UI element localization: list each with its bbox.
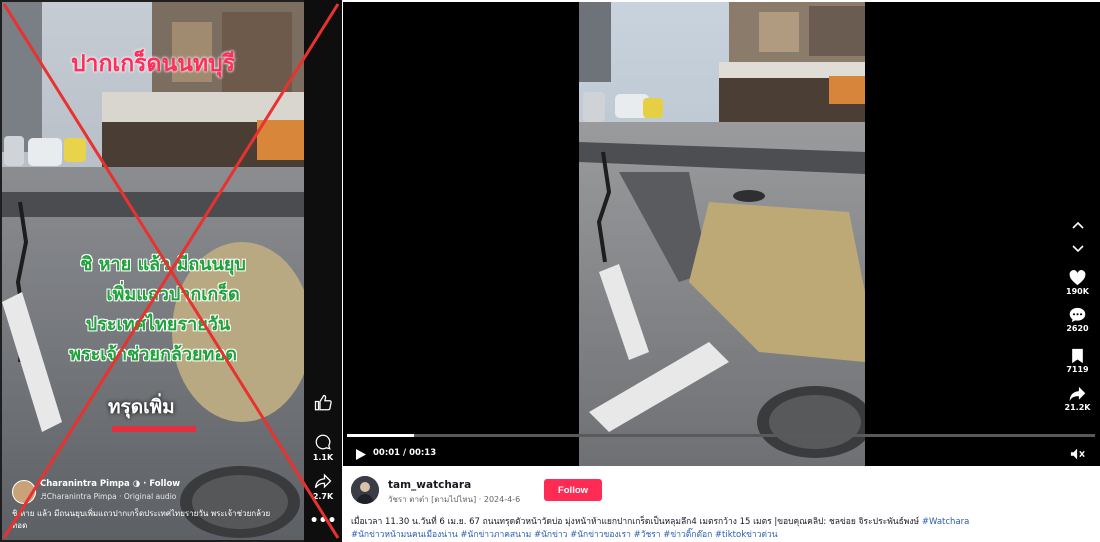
tiktok-panel: 190K 2620 7119 21.2K 00:01 / 00:13 tam_w… <box>343 0 1100 542</box>
caption-line: ชิ หาย แล้ว มีถนนยุบเพิ่มแถวปากเกร็ดประเ… <box>12 509 271 518</box>
avatar[interactable] <box>351 476 379 504</box>
left-author-row: Charanintra Pimpa ◑ · Follow ♬Charanintr… <box>12 478 302 504</box>
share-arrow-icon <box>1069 386 1086 402</box>
chevron-up-icon <box>1071 221 1084 229</box>
comment-count: 2620 <box>1066 324 1089 333</box>
comment-icon <box>1069 307 1086 323</box>
share-button[interactable]: 21.2K <box>1055 386 1100 412</box>
hashtag[interactable]: #วัชรา <box>634 530 661 540</box>
share-count: 21.2K <box>1064 403 1091 412</box>
progress-bar[interactable] <box>347 434 1095 437</box>
play-icon <box>356 449 366 460</box>
follow-link[interactable]: Follow <box>149 479 180 489</box>
follow-button[interactable]: Follow <box>544 479 602 501</box>
next-video-button[interactable] <box>1055 244 1100 254</box>
like-button[interactable] <box>304 394 342 412</box>
audio-label: Charanintra Pimpa · Original audio <box>46 492 177 501</box>
hashtag[interactable]: #นักข่าวภาคสนาม <box>460 530 531 540</box>
overlay-line: ชิ หาย แล้ว มีถนนยุบ <box>80 254 246 275</box>
video-side-controls: 190K 2620 7119 21.2K <box>1055 2 1100 466</box>
hashtag[interactable]: #นักข่าวหน้ามนคนเมืองน่าน <box>351 530 458 540</box>
save-count: 7119 <box>1066 365 1089 374</box>
avatar-image <box>351 476 379 504</box>
comment-button[interactable]: 2620 <box>1055 307 1100 333</box>
previous-video-button[interactable] <box>1055 220 1100 230</box>
save-button[interactable]: 7119 <box>1055 348 1100 374</box>
progress-bar-fill <box>347 434 415 437</box>
overlay-line: ประเทศไทยรายวัน <box>85 314 231 335</box>
video-frame[interactable] <box>579 2 865 466</box>
video-description: เมื่อเวลา 11.30 น.วันที่ 6 เม.ย. 67 ถนนท… <box>351 516 1091 542</box>
chevron-down-icon <box>1071 245 1084 253</box>
music-note-icon: ♬ <box>40 492 47 501</box>
comment-count: 1.1K <box>312 453 334 462</box>
like-icon <box>314 394 332 411</box>
video-player[interactable]: 190K 2620 7119 21.2K 00:01 / 00:13 <box>343 2 1100 466</box>
hashtag[interactable]: #นักข่าว <box>534 530 567 540</box>
overlay-sink-label: ทรุดเพิ่ม <box>108 396 175 418</box>
more-icon: ••• <box>309 513 337 529</box>
video-frame-image <box>579 2 865 466</box>
like-button[interactable]: 190K <box>1055 270 1100 296</box>
video-info: tam_watchara วัชรา ตาต๋า [ตามไปไหน] · 20… <box>343 466 1100 542</box>
left-reel-video[interactable]: ปากเกร็ดนนทบุรี ชิ หาย แล้ว มีถนนยุบ เพิ… <box>2 2 304 540</box>
overlay-line: เพิ่มแถวปากเกร็ด <box>106 284 240 305</box>
author-name-line[interactable]: Charanintra Pimpa ◑ · Follow <box>40 479 180 489</box>
bookmark-icon <box>1072 348 1083 364</box>
author-subtitle: วัชรา ตาต๋า [ตามไปไหน] · 2024-4-6 <box>388 495 521 504</box>
time-display: 00:01 / 00:13 <box>373 448 437 458</box>
hashtag[interactable]: #Watchara <box>922 517 970 527</box>
left-action-rail: 1.1K 2.7K ••• <box>304 0 342 542</box>
comment-button[interactable]: 1.1K <box>304 433 342 462</box>
more-button[interactable]: ••• <box>304 513 342 529</box>
overlay-line: พระเจ้าช่วยกล้วยทอด <box>69 344 237 365</box>
heart-icon <box>1069 270 1086 286</box>
play-button[interactable] <box>355 446 367 465</box>
share-count: 2.7K <box>312 492 334 501</box>
overlay-title: ปากเกร็ดนนทบุรี <box>70 51 236 77</box>
author-name[interactable]: Charanintra Pimpa <box>40 479 130 489</box>
hashtag[interactable]: #tiktokข่าวด่วน <box>715 530 778 540</box>
caption-line: ทอด <box>12 521 28 530</box>
comment-icon <box>315 434 331 450</box>
overlay-green-text: ชิ หาย แล้ว มีถนนยุบ เพิ่มแถวปากเกร็ด ปร… <box>2 250 304 370</box>
overlay-sink-underline <box>112 426 196 432</box>
share-icon <box>314 473 332 489</box>
audio-line[interactable]: ♬Charanintra Pimpa · Original audio <box>40 492 176 501</box>
description-text: เมื่อเวลา 11.30 น.วันที่ 6 เม.ย. 67 ถนนท… <box>351 517 922 527</box>
muted-speaker-icon <box>1070 448 1085 460</box>
author-handle[interactable]: tam_watchara <box>388 479 471 491</box>
like-count: 190K <box>1066 287 1089 296</box>
hashtag[interactable]: #ข่าวติ๊กต๊อก <box>663 530 712 540</box>
separator-dot: · <box>143 479 147 489</box>
left-caption: ชิ หาย แล้ว มีถนนยุบเพิ่มแถวปากเกร็ดประเ… <box>12 508 302 532</box>
avatar[interactable] <box>12 480 36 504</box>
share-button[interactable]: 2.7K <box>304 472 342 501</box>
left-reel-panel: ปากเกร็ดนนทบุรี ชิ หาย แล้ว มีถนนยุบ เพิ… <box>0 0 342 542</box>
hashtag[interactable]: #นักข่าวของเรา <box>570 530 631 540</box>
verified-icon: ◑ <box>132 479 141 489</box>
mute-button[interactable] <box>1070 446 1086 465</box>
